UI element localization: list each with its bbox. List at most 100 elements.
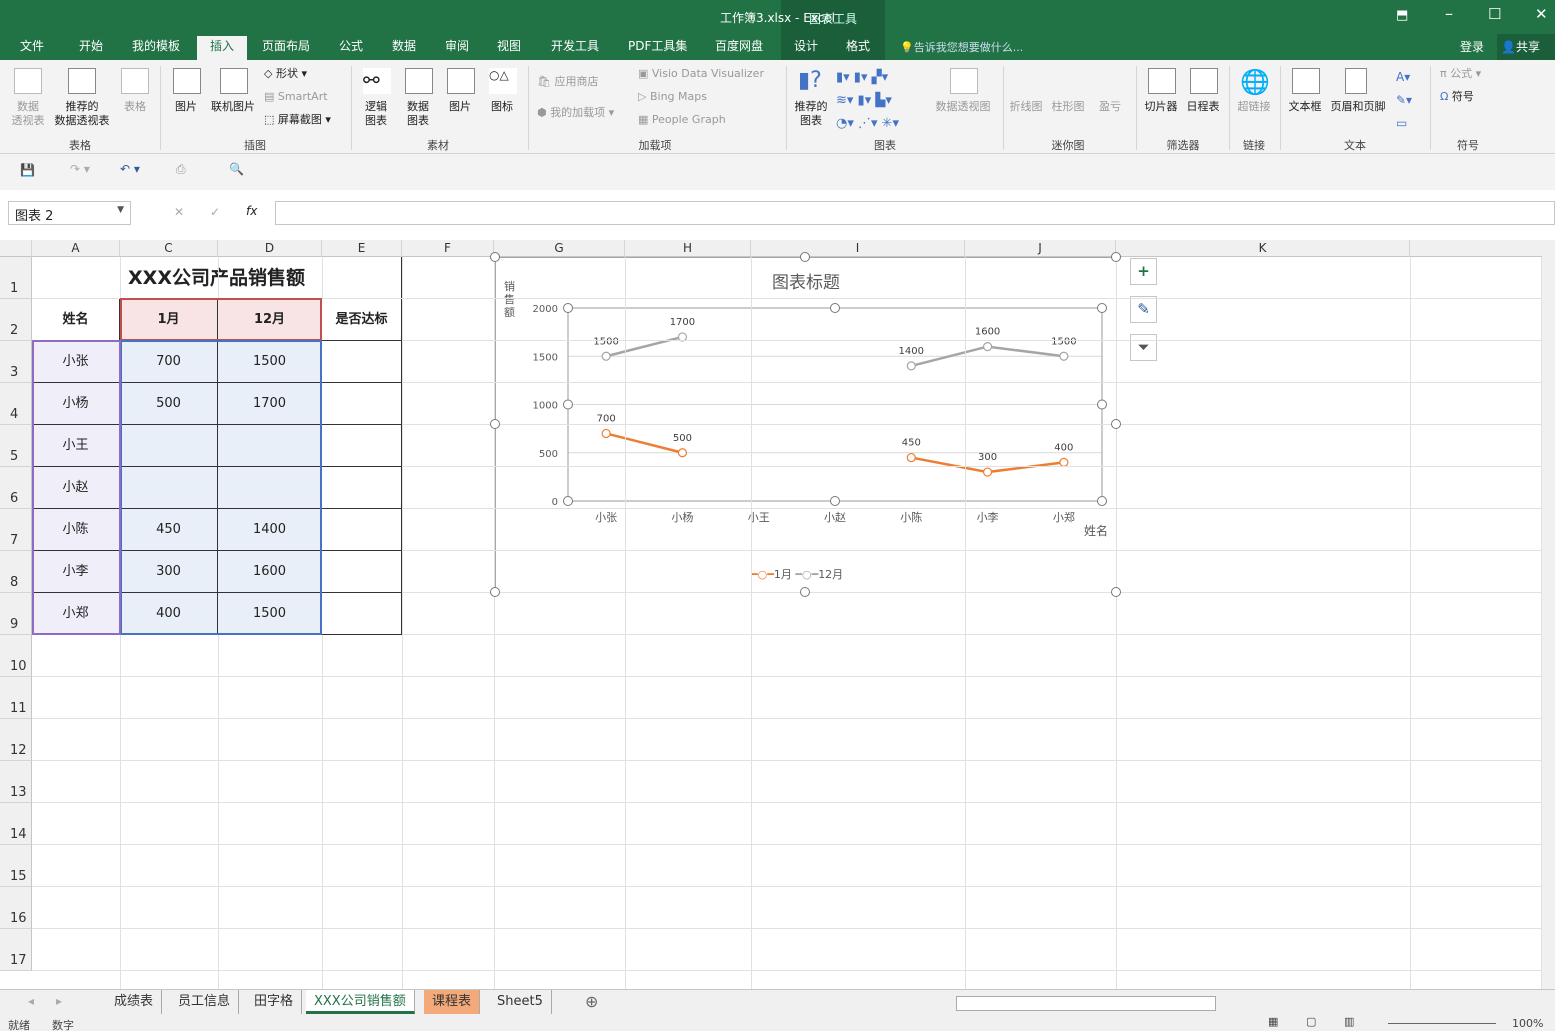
zoom-preview-icon[interactable]: 🔍 (229, 162, 244, 176)
table-cell[interactable] (322, 593, 402, 635)
sheet-tab[interactable]: Sheet5 (489, 990, 552, 1014)
row-header[interactable]: 12 (0, 719, 32, 761)
close-button[interactable]: ✕ (1535, 5, 1548, 23)
column-header-k[interactable]: K (1116, 240, 1410, 257)
table-cell[interactable]: 450 (120, 509, 218, 551)
table-cell[interactable]: 小赵 (32, 467, 120, 509)
equation-button[interactable]: π 公式 ▾ (1440, 67, 1481, 81)
table-cell[interactable]: 小李 (32, 551, 120, 593)
page-break-view-icon[interactable]: ▥ (1344, 1015, 1354, 1028)
column-header-d[interactable]: D (218, 240, 322, 257)
maximize-button[interactable]: ☐ (1488, 5, 1501, 23)
sheet-tab[interactable]: 课程表 (424, 990, 481, 1014)
table-cell[interactable] (322, 551, 402, 593)
table-header-cell[interactable]: 1月 (120, 299, 218, 341)
sparkline-line-button[interactable]: 折线图 (1006, 100, 1046, 114)
tab-templates[interactable]: 我的模板 (126, 36, 186, 60)
row-header[interactable]: 11 (0, 677, 32, 719)
vertical-scrollbar[interactable] (1542, 240, 1555, 989)
chart-resize-handle[interactable] (1111, 419, 1121, 429)
scroll-left-icon[interactable]: ◂ (28, 994, 34, 1008)
tab-data[interactable]: 数据 (386, 36, 422, 60)
chart-resize-handle[interactable] (800, 587, 810, 597)
table-cell[interactable] (322, 383, 402, 425)
chart-resize-handle[interactable] (490, 252, 500, 262)
chart-resize-handle[interactable] (490, 419, 500, 429)
name-box[interactable]: 图表 2 ▼ (8, 201, 131, 225)
line-chart[interactable]: 图表标题 销售额 姓名 0 500 1000 1500 2000 小张 小杨 小王 小赵 小陈 小李… (495, 257, 1117, 593)
recommended-pivot-button[interactable]: 推荐的 数据透视表 (48, 100, 116, 128)
logic-chart-button[interactable]: 逻辑 图表 (360, 100, 392, 128)
sparkline-winloss-button[interactable]: 盈亏 (1092, 100, 1128, 114)
table-cell[interactable] (218, 467, 322, 509)
table-cell[interactable]: 700 (120, 341, 218, 383)
table-cell[interactable]: 500 (120, 383, 218, 425)
screenshot-button[interactable]: ⬚ 屏幕截图 ▾ (264, 113, 331, 127)
legend[interactable]: ━○━1月 ━○━12月 (751, 566, 843, 582)
table-button[interactable]: 表格 (118, 100, 152, 114)
column-header-a[interactable]: A (32, 240, 120, 257)
row-header[interactable]: 14 (0, 803, 32, 845)
pivot-table-button[interactable]: 数据 透视表 (8, 100, 48, 128)
row-header[interactable]: 2 (0, 299, 32, 341)
sheet-tab[interactable]: 成绩表 (106, 990, 163, 1014)
table-title[interactable]: XXX公司产品销售额 (32, 257, 402, 299)
table-header-cell[interactable]: 姓名 (32, 299, 120, 341)
table-cell[interactable]: 1700 (218, 383, 322, 425)
minimize-button[interactable]: – (1445, 4, 1453, 23)
login-link[interactable]: 登录 (1460, 38, 1484, 55)
table-cell[interactable]: 小杨 (32, 383, 120, 425)
people-graph-button[interactable]: ▦ People Graph (638, 113, 726, 127)
row-header[interactable]: 5 (0, 425, 32, 467)
tab-insert[interactable]: 插入 (197, 36, 247, 60)
picture-button[interactable]: 图片 (168, 100, 204, 114)
undo-icon[interactable]: ↶ ▾ (120, 162, 140, 176)
row-header[interactable]: 9 (0, 593, 32, 635)
row-header[interactable]: 17 (0, 929, 32, 971)
tab-developer[interactable]: 开发工具 (545, 36, 605, 60)
bing-maps-button[interactable]: ▷ Bing Maps (638, 90, 707, 104)
row-header[interactable]: 1 (0, 257, 32, 299)
function-icon[interactable]: fx (246, 204, 257, 218)
page-layout-view-icon[interactable]: ▢ (1306, 1015, 1316, 1028)
shapes-button[interactable]: ◇ 形状 ▾ (264, 67, 307, 81)
table-cell[interactable] (120, 467, 218, 509)
row-header[interactable]: 16 (0, 887, 32, 929)
tab-pdf[interactable]: PDF工具集 (622, 36, 693, 60)
column-header-i[interactable]: I (751, 240, 965, 257)
table-cell[interactable]: 1400 (218, 509, 322, 551)
table-cell[interactable]: 1500 (218, 341, 322, 383)
row-header[interactable]: 8 (0, 551, 32, 593)
table-cell[interactable]: 1500 (218, 593, 322, 635)
table-cell[interactable] (322, 425, 402, 467)
column-header-e[interactable]: E (322, 240, 402, 257)
column-header-f[interactable]: F (402, 240, 494, 257)
table-cell[interactable] (322, 509, 402, 551)
table-cell[interactable]: 小郑 (32, 593, 120, 635)
symbol-button[interactable]: Ω 符号 (1440, 90, 1474, 104)
print-preview-icon[interactable]: ⎙ (176, 162, 186, 177)
header-footer-button[interactable]: 页眉和页脚 (1326, 100, 1390, 114)
icons-button[interactable]: 图标 (486, 100, 518, 114)
table-cell[interactable] (322, 467, 402, 509)
zoom-slider[interactable] (1388, 1023, 1496, 1024)
formula-input[interactable] (275, 201, 1555, 225)
sparkline-column-button[interactable]: 柱形图 (1048, 100, 1088, 114)
chart-resize-handle[interactable] (1111, 252, 1121, 262)
my-addins-button[interactable]: ⬢ 我的加载项 ▾ (537, 106, 614, 120)
row-header[interactable]: 3 (0, 341, 32, 383)
tab-review[interactable]: 审阅 (439, 36, 475, 60)
material-picture-button[interactable]: 图片 (444, 100, 476, 114)
table-cell[interactable]: 1600 (218, 551, 322, 593)
chart-resize-handle[interactable] (1111, 587, 1121, 597)
table-cell[interactable] (218, 425, 322, 467)
tab-view[interactable]: 视图 (491, 36, 527, 60)
chart-styles-brush-icon[interactable]: ✎ (1130, 296, 1157, 323)
visio-button[interactable]: ▣ Visio Data Visualizer (638, 67, 764, 81)
redo-icon[interactable]: ↷ ▾ (70, 162, 90, 176)
tab-baidu[interactable]: 百度网盘 (709, 36, 769, 60)
tab-page-layout[interactable]: 页面布局 (256, 36, 316, 60)
table-cell[interactable]: 小张 (32, 341, 120, 383)
column-header-h[interactable]: H (625, 240, 751, 257)
chart-resize-handle[interactable] (800, 252, 810, 262)
